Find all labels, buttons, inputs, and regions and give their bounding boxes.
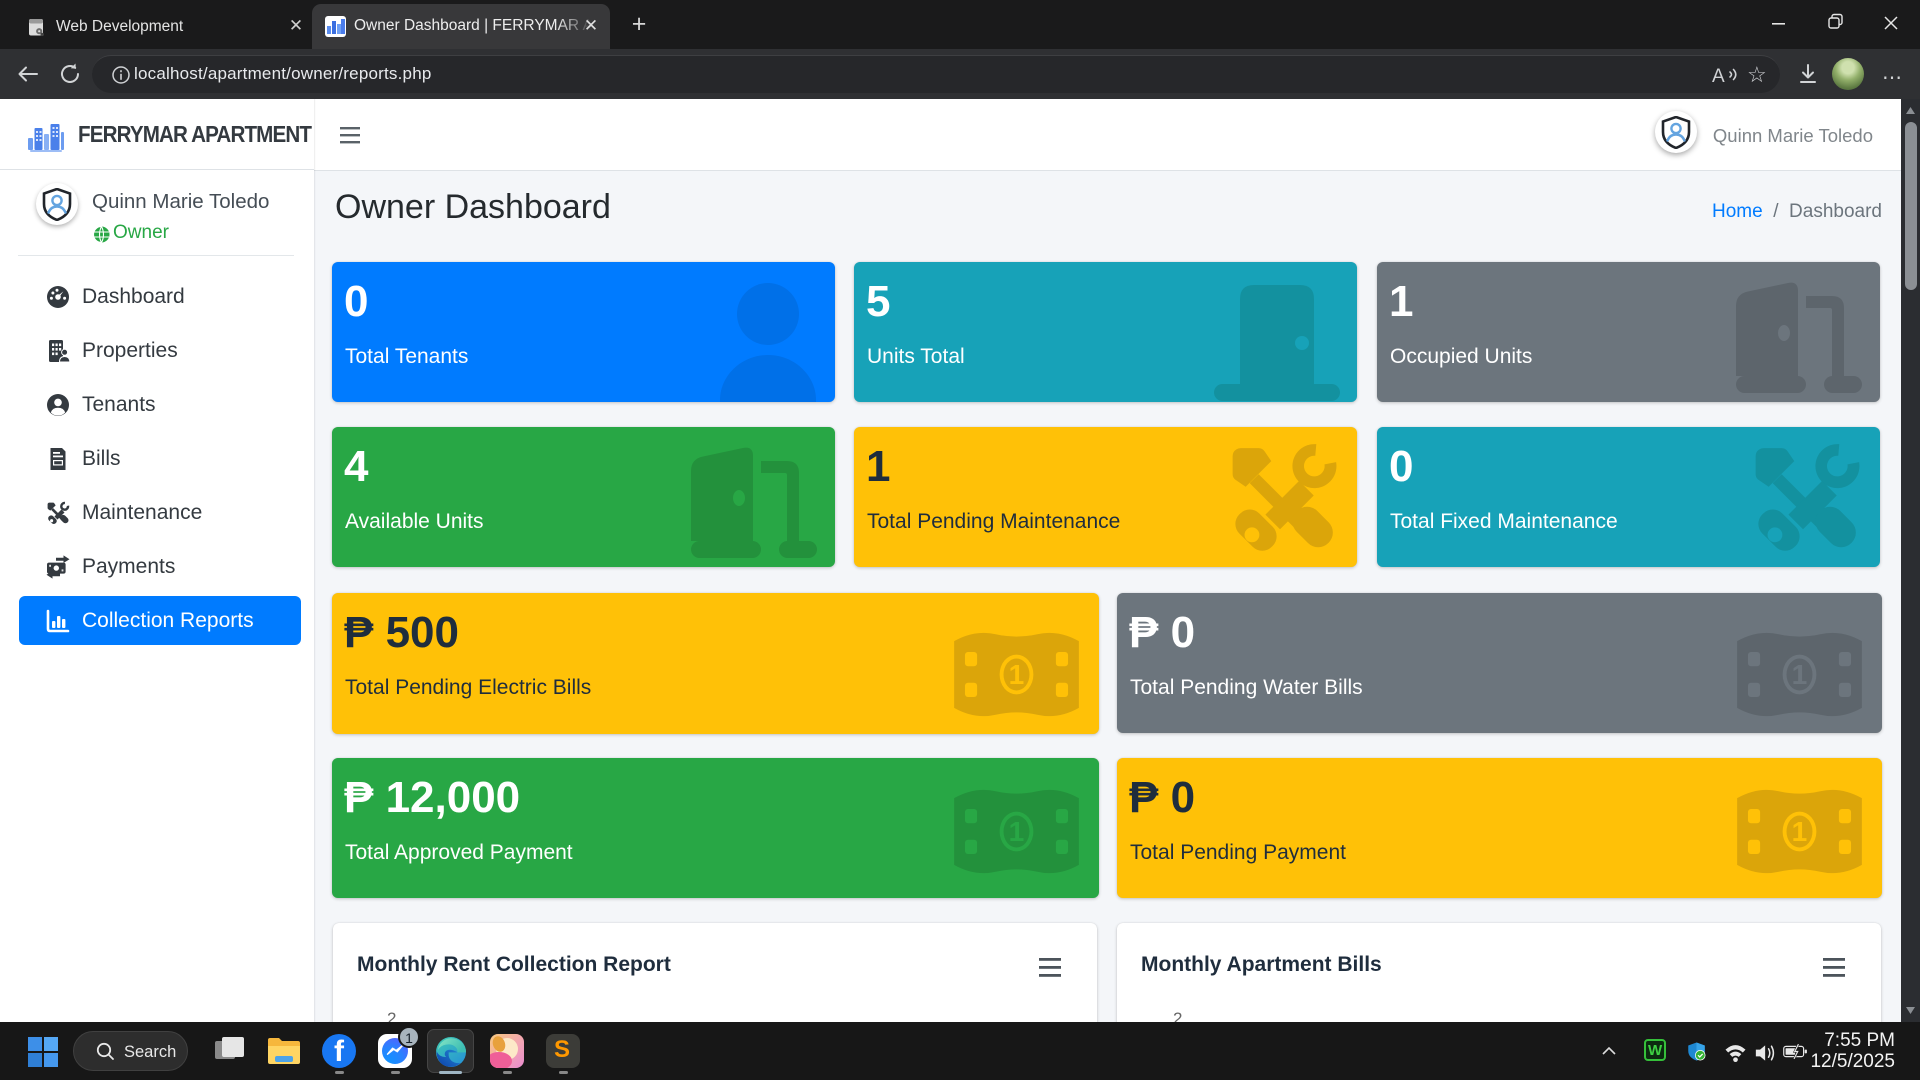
- svg-text:1: 1: [1009, 659, 1025, 690]
- svg-text:A: A: [1712, 66, 1725, 87]
- svg-text:1: 1: [1009, 816, 1025, 847]
- svg-text:1: 1: [1792, 659, 1808, 690]
- svg-text:1: 1: [1792, 816, 1808, 847]
